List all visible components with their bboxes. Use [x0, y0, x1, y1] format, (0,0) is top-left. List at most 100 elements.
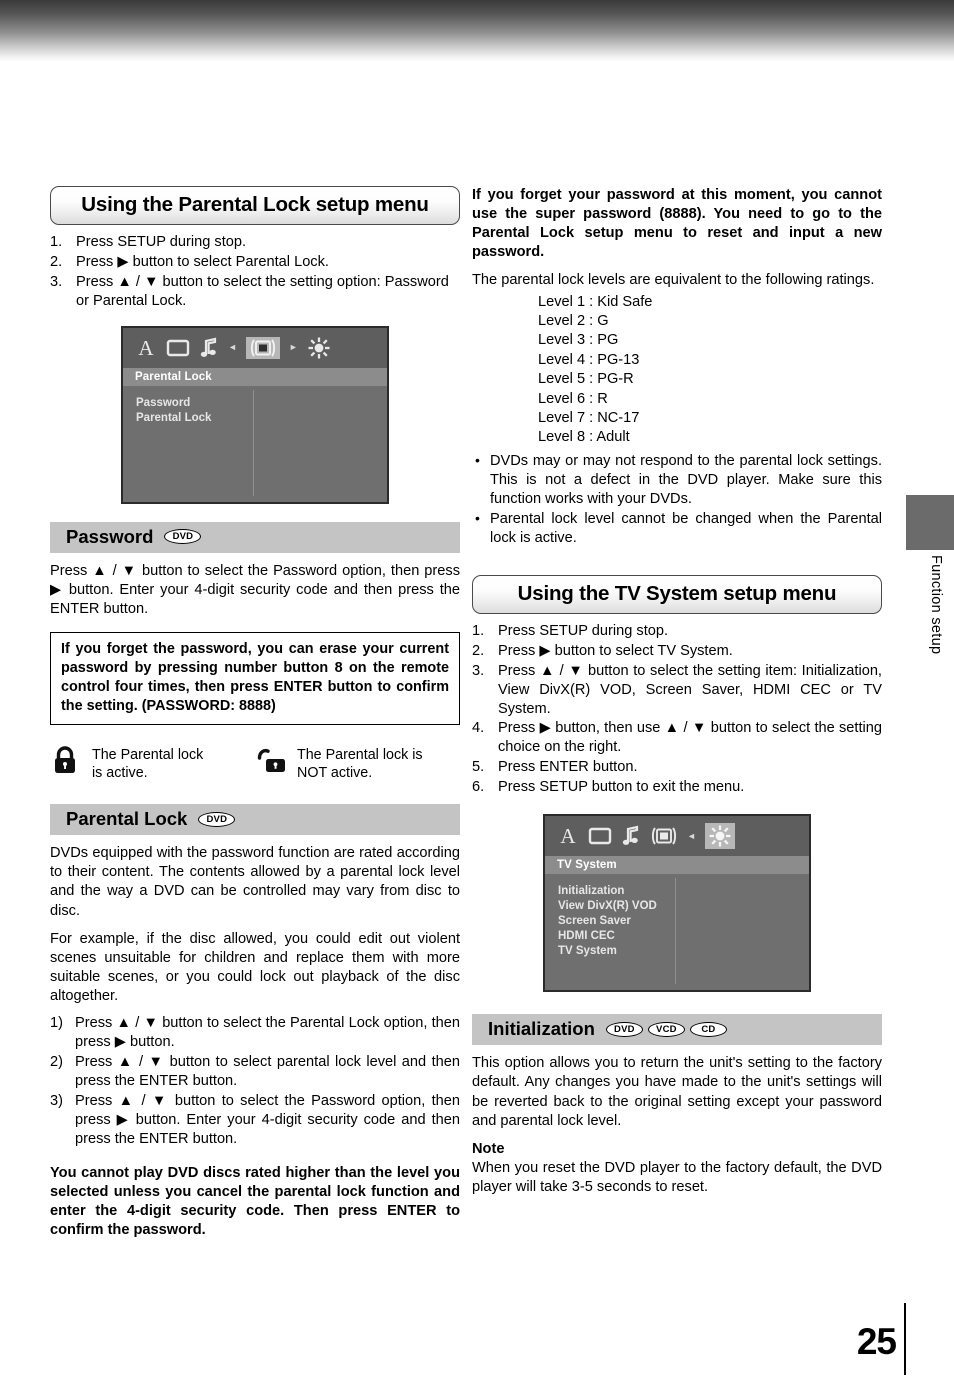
- page-number: 25: [856, 1321, 897, 1362]
- section-title: Password: [66, 525, 154, 547]
- step-text: Press ▲ / ▼ button to select the setting…: [498, 662, 882, 717]
- osd-option[interactable]: HDMI CEC: [558, 929, 675, 944]
- chevron-left-icon: ◄: [228, 342, 237, 353]
- legend-item-locked: The Parental lock is active.: [50, 745, 255, 782]
- list-item: 2. Press ▶ button to select Parental Lock…: [50, 253, 460, 272]
- list-item: 3. Press ▲ / ▼ button to select the setti…: [50, 273, 460, 311]
- list-item: Parental lock level cannot be changed wh…: [472, 509, 882, 548]
- rating-level: Level 4 : PG-13: [538, 351, 640, 368]
- step-text: Press SETUP during stop.: [76, 234, 247, 250]
- left-column: Using the Parental Lock setup menu 1. Pre…: [50, 186, 460, 1240]
- password-body-text: Press ▲ / ▼ button to select the Passwor…: [50, 562, 460, 618]
- step-text: Press ▲ / ▼ button to select parental lo…: [75, 1054, 460, 1090]
- lock-state-legend: The Parental lock is active. The Parenta…: [50, 745, 460, 782]
- initialization-body: This option allows you to return the uni…: [472, 1055, 882, 1129]
- osd-option[interactable]: View DivX(R) VOD: [558, 899, 675, 914]
- osd-body: Initialization View DivX(R) VOD Screen S…: [545, 874, 809, 990]
- osd-body: Password Parental Lock: [123, 386, 387, 502]
- rating-level: Level 7 : NC-17: [538, 409, 640, 426]
- manual-page: Using the Parental Lock setup menu 1. Pre…: [0, 0, 954, 1383]
- list-item: 1) Press ▲ / ▼ button to select the Paren…: [50, 1014, 460, 1052]
- osd-selected-title: Parental Lock: [123, 367, 387, 386]
- parental-para-2: For example, if the disc allowed, you co…: [50, 930, 460, 1005]
- tv-icon: [166, 338, 190, 358]
- display-icon: [245, 336, 280, 359]
- osd-value-pane: [256, 389, 382, 496]
- list-item: 2) Press ▲ / ▼ button to select parental …: [50, 1053, 460, 1091]
- list-item: 6. Press SETUP button to exit the menu.: [472, 778, 882, 797]
- text-icon: A: [557, 825, 579, 847]
- step-text: Press SETUP button to exit the menu.: [498, 779, 745, 796]
- section-header-initialization: Initialization DVD VCD CD: [472, 1014, 882, 1046]
- dvd-badge: DVD: [164, 529, 202, 545]
- step-number: 4.: [472, 720, 485, 737]
- step-text: Press SETUP during stop.: [498, 622, 669, 639]
- lock-closed-icon: [50, 745, 80, 777]
- sun-icon: [307, 336, 331, 360]
- osd-option[interactable]: Initialization: [558, 884, 675, 899]
- osd-option[interactable]: TV System: [558, 944, 675, 959]
- list-item: 4. Press ▶ button, then use ▲ / ▼ button …: [472, 719, 882, 757]
- right-column: If you forget your password at this mome…: [472, 186, 882, 1197]
- list-item: 2. Press ▶ button to select TV System.: [472, 642, 882, 661]
- parental-lock-procedure: 1) Press ▲ / ▼ button to select the Paren…: [50, 1014, 460, 1149]
- step-number: 5.: [472, 759, 485, 776]
- step-number: 1): [50, 1015, 63, 1032]
- osd-option[interactable]: Screen Saver: [558, 914, 675, 929]
- legend-line2: NOT active.: [297, 765, 373, 782]
- step-number: 3.: [50, 273, 63, 290]
- note-body: When you reset the DVD player to the fac…: [472, 1159, 882, 1196]
- legend-line1: The Parental lock: [92, 747, 204, 764]
- display-icon: [650, 826, 678, 846]
- side-tab-label: Function setup: [928, 555, 944, 655]
- disc-badges: DVD: [198, 811, 236, 827]
- legend-line2: is active.: [92, 765, 148, 782]
- dvd-badge: DVD: [605, 1021, 643, 1037]
- osd-icon-bar: A ◄: [545, 816, 809, 857]
- note-label: Note: [472, 1140, 505, 1157]
- legend-label: The Parental lock is NOT active.: [297, 746, 423, 782]
- page-top-gradient: [0, 0, 954, 62]
- tv-system-steps: 1. Press SETUP during stop. 2. Press ▶ but…: [472, 622, 882, 798]
- step-text: Press ENTER button.: [498, 759, 638, 776]
- list-item: 3. Press ▲ / ▼ button to select the setti…: [472, 662, 882, 719]
- rating-level: Level 3 : PG: [538, 332, 619, 349]
- step-number: 3): [50, 1093, 63, 1110]
- step-number: 1.: [50, 234, 63, 250]
- page-title-parental-lock: Using the Parental Lock setup menu: [50, 186, 460, 225]
- step-text: Press ▲ / ▼ button to select the Passwor…: [75, 1093, 460, 1147]
- osd-parental-lock-menu: A ◄ ► Parental Lock Password Parental Lo…: [121, 325, 389, 504]
- step-number: 3.: [472, 662, 485, 679]
- step-number: 2.: [472, 642, 485, 659]
- side-tab-block: [906, 495, 954, 550]
- cd-badge: CD: [689, 1021, 727, 1037]
- section-header-parental-lock: Parental Lock DVD: [50, 804, 460, 836]
- rating-level: Level 8 : Adult: [538, 429, 630, 446]
- section-title: Initialization: [488, 1018, 595, 1040]
- svg-text:A: A: [560, 825, 576, 847]
- rating-level: Level 6 : R: [538, 390, 608, 407]
- osd-option[interactable]: Parental Lock: [136, 411, 253, 426]
- legend-item-unlocked: The Parental lock is NOT active.: [255, 745, 460, 782]
- legend-label: The Parental lock is active.: [92, 746, 203, 782]
- step-text: Press ▶ button to select TV System.: [498, 642, 733, 659]
- disc-badges: DVD VCD CD: [605, 1021, 727, 1037]
- page-title-tv-system: Using the TV System setup menu: [472, 574, 882, 614]
- osd-option-list: Initialization View DivX(R) VOD Screen S…: [550, 878, 676, 985]
- osd-value-pane: [678, 878, 804, 985]
- osd-icon-bar: A ◄ ►: [123, 327, 387, 368]
- list-item: 3) Press ▲ / ▼ button to select the Passw…: [50, 1092, 460, 1149]
- ratings-intro: The parental lock levels are equivalent …: [472, 272, 875, 289]
- parental-para-1: DVDs equipped with the password function…: [50, 845, 460, 919]
- super-password-warning: If you forget your password at this mome…: [472, 187, 882, 261]
- osd-tv-system-menu: A ◄ TV System Initialization View DivX(R…: [543, 814, 811, 993]
- tv-icon: [588, 826, 612, 846]
- step-text: Press ▶ button, then use ▲ / ▼ button to…: [498, 720, 882, 756]
- osd-option[interactable]: Password: [136, 396, 253, 411]
- sun-icon: [704, 823, 735, 850]
- text-icon: A: [135, 337, 157, 359]
- rating-levels-list: Level 1 : Kid Safe Level 2 : G Level 3 :…: [538, 293, 882, 448]
- rating-level: Level 2 : G: [538, 312, 609, 329]
- password-warning-box: If you forget the password, you can eras…: [50, 632, 460, 726]
- step-text: Press ▲ / ▼ button to select the Parenta…: [75, 1015, 460, 1051]
